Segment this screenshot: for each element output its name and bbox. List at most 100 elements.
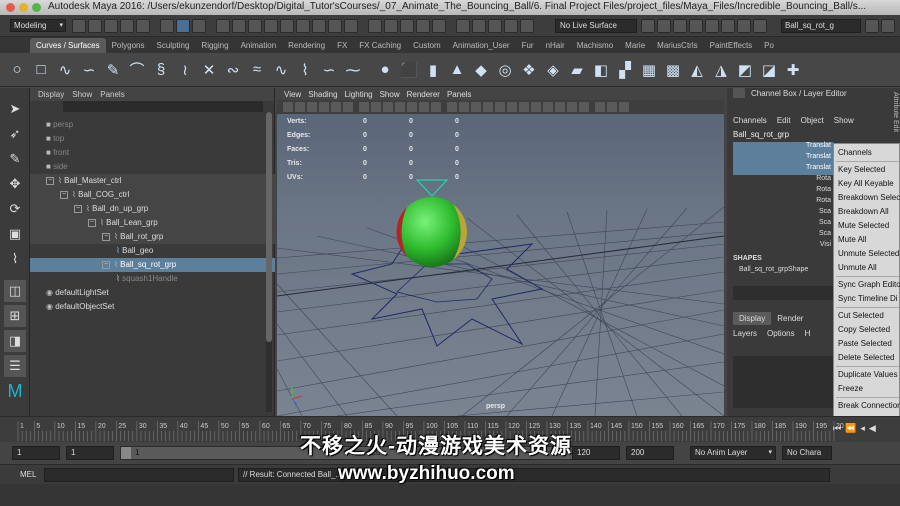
channel-attribute[interactable]: Rota — [733, 197, 833, 208]
animation-start-field[interactable]: 1 — [12, 446, 60, 460]
bookmark-icon[interactable] — [307, 102, 317, 112]
viewport-menu-item[interactable]: Panels — [447, 90, 471, 99]
curve-extend-icon[interactable]: ⌇ — [296, 61, 314, 79]
hypershade-icon[interactable] — [520, 19, 534, 33]
select-by-name-icon[interactable] — [705, 19, 719, 33]
shelf-tab[interactable]: Machismo — [571, 38, 619, 53]
context-menu-item[interactable]: Channels — [838, 146, 872, 159]
squash-handle[interactable] — [415, 179, 449, 197]
planar-icon[interactable]: ▰ — [568, 61, 586, 79]
layer-editor-menu-item[interactable]: Options — [767, 329, 795, 338]
shelf-tab[interactable]: FX — [331, 38, 353, 53]
shelf-tab[interactable]: Rendering — [282, 38, 331, 53]
mask-surfaces-icon[interactable] — [280, 19, 294, 33]
viewport-scene[interactable]: Verts: 0 0 0 Edges: 0 0 0 Faces: 0 0 0 Tris: 0 0 0 UVs: 0… — [277, 114, 724, 416]
expand-toggle-icon[interactable]: − — [60, 190, 68, 199]
history-icon[interactable] — [456, 19, 470, 33]
anti-aliasing-icon[interactable] — [531, 102, 541, 112]
layer-editor-tab[interactable]: Render — [771, 312, 810, 325]
nurbs-cube-icon[interactable]: ⬛ — [400, 61, 419, 79]
outliner-item[interactable]: ■ front — [30, 146, 275, 160]
xray-components-icon[interactable] — [579, 102, 589, 112]
outliner-search-field[interactable] — [63, 101, 263, 112]
sidebar-toggle-icon[interactable] — [721, 19, 735, 33]
range-start-handle[interactable] — [121, 447, 131, 459]
field-chart-icon[interactable] — [407, 102, 417, 112]
lasso-tool-icon[interactable]: ➶ — [4, 123, 26, 145]
safe-title-icon[interactable] — [431, 102, 441, 112]
character-set-dropdown[interactable]: No Chara — [782, 446, 832, 460]
outliner-item[interactable]: ⌇ squash1Handle — [30, 272, 275, 286]
channel-box-menu-item[interactable]: Object — [801, 116, 824, 125]
outliner-item[interactable]: − ⌇ Ball_rot_grp — [30, 230, 275, 244]
layer-editor-menu-item[interactable]: H — [805, 329, 811, 338]
color-management-icon[interactable] — [619, 102, 629, 112]
channel-attribute[interactable]: Sca — [733, 230, 833, 241]
outliner-item[interactable]: ■ top — [30, 132, 275, 146]
channel-box-menu-item[interactable]: Edit — [777, 116, 791, 125]
soft-select-icon[interactable] — [657, 19, 671, 33]
live-surface-field[interactable]: No Live Surface — [555, 19, 637, 33]
snap-curve-icon[interactable] — [384, 19, 398, 33]
command-input[interactable] — [44, 468, 234, 482]
close-window-button[interactable] — [6, 3, 15, 12]
context-menu-item[interactable]: Unmute Selected — [838, 247, 899, 260]
context-menu-item[interactable]: Copy Selected — [838, 323, 890, 336]
stitch-icon[interactable]: ◪ — [760, 61, 778, 79]
ep-curve-icon[interactable]: ∽ — [80, 61, 98, 79]
isolate-select-icon[interactable] — [543, 102, 553, 112]
shelf-tab[interactable]: MariusCtrls — [651, 38, 703, 53]
outliner-item[interactable]: ◉ defaultLightSet — [30, 286, 275, 300]
nurbs-cone-icon[interactable]: ▲ — [448, 61, 466, 79]
smooth-shade-icon[interactable] — [459, 102, 469, 112]
animation-end-field[interactable]: 200 — [626, 446, 674, 460]
move-tool-icon[interactable]: ✥ — [4, 173, 26, 195]
bezier-curve-icon[interactable]: § — [152, 61, 170, 79]
outliner-menu-item[interactable]: Display — [38, 90, 64, 99]
gate-mask-icon[interactable] — [395, 102, 405, 112]
nurbs-circle-icon[interactable]: ○ — [8, 61, 26, 79]
symmetry-icon[interactable] — [641, 19, 655, 33]
select-object-icon[interactable] — [176, 19, 190, 33]
shelf-tab[interactable]: Sculpting — [151, 38, 196, 53]
layer-list[interactable] — [733, 356, 833, 408]
shelf-tab[interactable]: Polygons — [106, 38, 151, 53]
safe-action-icon[interactable] — [419, 102, 429, 112]
context-menu-item[interactable]: Sync Timeline Di — [838, 292, 898, 305]
wireframe-on-shaded-icon[interactable] — [471, 102, 481, 112]
object-name-field[interactable]: Ball_sq_rot_g — [781, 19, 861, 33]
curve-rebuild-icon[interactable]: ∾ — [224, 61, 242, 79]
project-curve-icon[interactable]: ◭ — [688, 61, 706, 79]
menu-set-dropdown[interactable]: Modeling ▾ — [10, 19, 66, 32]
ipr-icon[interactable] — [488, 19, 502, 33]
context-menu-item[interactable]: Paste Selected — [838, 337, 892, 350]
shelf-tab[interactable]: Fur — [516, 38, 540, 53]
channel-attribute[interactable]: Translat — [733, 153, 833, 164]
pencil-curve-icon[interactable]: ✎ — [104, 61, 122, 79]
arc-icon[interactable]: ⌒ — [128, 61, 146, 79]
context-menu-item[interactable]: Sync Graph Edito — [838, 278, 900, 291]
context-menu-item[interactable]: Mute All — [838, 233, 866, 246]
viewport-menu-item[interactable]: Show — [380, 90, 400, 99]
snap-view-icon[interactable] — [416, 19, 430, 33]
select-hierarchy-icon[interactable] — [160, 19, 174, 33]
curve-fillet-icon[interactable]: ∿ — [272, 61, 290, 79]
mask-render-icon[interactable] — [328, 19, 342, 33]
layer-editor-menu-item[interactable]: Layers — [733, 329, 757, 338]
curve-insert-icon[interactable]: ∽ — [320, 61, 338, 79]
textured-icon[interactable] — [483, 102, 493, 112]
cv-curve-icon[interactable]: ∿ — [56, 61, 74, 79]
outliner-item[interactable]: ◉ defaultObjectSet — [30, 300, 275, 314]
undo-icon[interactable] — [120, 19, 134, 33]
curve-attach-icon[interactable]: ≀ — [176, 61, 194, 79]
last-tool-icon[interactable]: ⌇ — [4, 248, 26, 270]
intersect-icon[interactable]: ◮ — [712, 61, 730, 79]
outliner-item[interactable]: − ⌇ Ball_sq_rot_grp — [30, 258, 275, 272]
cog-control-curve[interactable] — [396, 263, 493, 303]
shelf-tab[interactable]: Custom — [407, 38, 447, 53]
film-gate-icon[interactable] — [371, 102, 381, 112]
boundary-icon[interactable]: ▦ — [640, 61, 658, 79]
outliner-item[interactable]: − ⌇ Ball_dn_up_grp — [30, 202, 275, 216]
mask-handles-icon[interactable] — [232, 19, 246, 33]
go-to-start-icon[interactable]: ⏮ — [833, 423, 841, 434]
